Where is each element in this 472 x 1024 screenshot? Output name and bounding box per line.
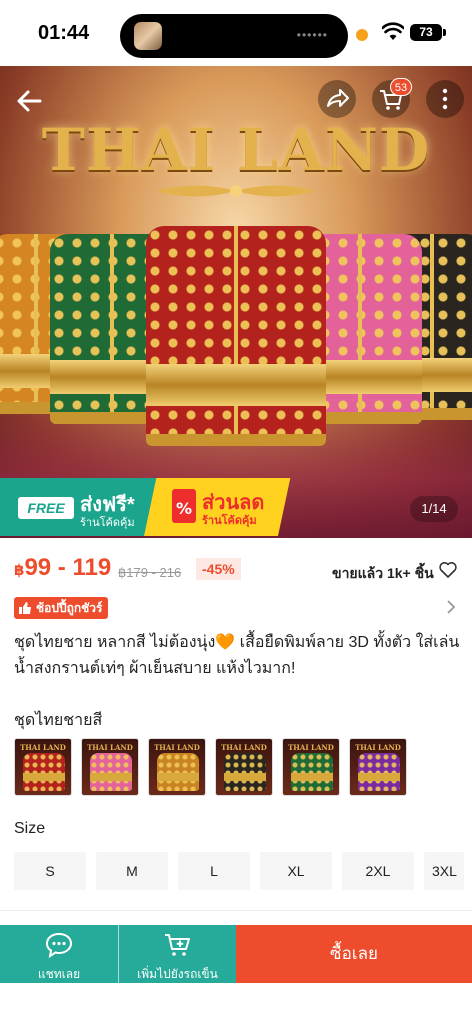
size-option-s[interactable]: S — [14, 852, 86, 890]
ornament-icon — [156, 185, 316, 197]
size-option-m[interactable]: M — [96, 852, 168, 890]
variant-shirt-thumbnail — [90, 753, 132, 791]
variant-option[interactable]: THAI LAND — [349, 738, 407, 796]
size-option-3xl[interactable]: 3XL — [424, 852, 464, 890]
heart-icon[interactable] — [438, 560, 458, 580]
variant-option[interactable]: THAI LAND — [148, 738, 206, 796]
hero-brand-title: THAI LAND — [41, 116, 431, 184]
variant-logo: THAI LAND — [355, 743, 401, 752]
variant-logo: THAI LAND — [20, 743, 66, 752]
discount-badge: -45% — [196, 558, 241, 580]
chat-bubble-icon — [45, 932, 73, 959]
buy-now-button[interactable]: ซื้อเลย — [236, 925, 472, 983]
bottom-action-bar: แชทเลย เพิ่มไปยังรถเข็น ซื้อเลย — [0, 925, 472, 983]
share-icon — [327, 89, 349, 107]
size-option-xl[interactable]: XL — [260, 852, 332, 890]
variant-logo: THAI LAND — [221, 743, 267, 752]
variant-logo: THAI LAND — [288, 743, 334, 752]
now-playing-thumbnail — [134, 22, 162, 50]
status-bar: 01:44 •••••• 73 — [0, 0, 472, 66]
size-list: S M L XL 2XL 3XL — [14, 852, 464, 890]
variant-shirt-thumbnail — [291, 753, 333, 791]
discount-subtitle: ร้านโค้ดคุ้ม — [202, 515, 257, 527]
back-arrow-icon[interactable] — [12, 84, 46, 118]
size-option-2xl[interactable]: 2XL — [342, 852, 414, 890]
price-range: ฿99 - 119 — [14, 554, 111, 582]
currency-symbol: ฿ — [14, 562, 25, 579]
variant-shirt-thumbnail — [224, 753, 266, 791]
share-button[interactable] — [318, 80, 356, 118]
variant-option[interactable]: THAI LAND — [81, 738, 139, 796]
free-shipping-subtitle: ร้านโค้ดคุ้ม — [80, 517, 135, 529]
more-vertical-icon — [442, 88, 448, 110]
variant-shirt-thumbnail — [157, 753, 199, 791]
dynamic-island: •••••• — [120, 14, 348, 58]
product-image-carousel[interactable]: THAI LAND — [0, 66, 472, 538]
shirt-red — [146, 226, 326, 446]
chat-button[interactable]: แชทเลย — [0, 925, 118, 983]
cart-count-badge: 53 — [390, 78, 412, 96]
wifi-icon — [382, 22, 404, 40]
battery-tip — [443, 29, 446, 36]
audio-wave-icon: •••••• — [296, 28, 328, 42]
price-value: 99 - 119 — [24, 554, 112, 581]
divider — [0, 910, 472, 911]
product-title: ชุดไทยชาย หลากสี ไม่ต้องนุ่ง🧡 เสื้อยืดพิ… — [14, 634, 460, 677]
chevron-right-icon[interactable] — [444, 598, 458, 616]
svg-text:%: % — [176, 499, 192, 518]
variant-shirt-thumbnail — [358, 753, 400, 791]
variant-option[interactable]: THAI LAND — [14, 738, 72, 796]
battery-icon: 73 — [410, 24, 442, 41]
guarantee-label: ช้อปปี้ถูกชัวร์ — [36, 601, 103, 615]
add-to-cart-label: เพิ่มไปยังรถเข็น — [137, 967, 218, 981]
free-badge: FREE — [18, 497, 74, 519]
add-to-cart-button[interactable]: เพิ่มไปยังรถเข็น — [118, 925, 236, 983]
status-time: 01:44 — [38, 22, 90, 44]
chat-label: แชทเลย — [37, 967, 81, 981]
add-to-cart-icon — [164, 934, 190, 956]
guarantee-badge[interactable]: ช้อปปี้ถูกชัวร์ — [14, 597, 109, 619]
home-indicator-area — [0, 983, 472, 1024]
size-option-l[interactable]: L — [178, 852, 250, 890]
variant-shirt-thumbnail — [23, 753, 65, 791]
variant-option[interactable]: THAI LAND — [282, 738, 340, 796]
discount-tag-icon: % — [172, 489, 196, 523]
thumbs-up-icon — [19, 602, 31, 614]
variant-logo: THAI LAND — [87, 743, 133, 752]
original-price: ฿179 - 216 — [118, 565, 182, 580]
variant-option[interactable]: THAI LAND — [215, 738, 273, 796]
image-page-counter: 1/14 — [410, 496, 458, 522]
variant-section-label: ชุดไทยชายสี — [14, 712, 103, 729]
variant-list: THAI LAND THAI LAND THAI LAND THAI LAND … — [14, 738, 407, 796]
more-options-button[interactable] — [426, 80, 464, 118]
sold-count: ขายแล้ว 1k+ ชิ้น — [332, 565, 434, 581]
variant-logo: THAI LAND — [154, 743, 200, 752]
recording-dot-icon — [356, 29, 368, 41]
size-section-label: Size — [14, 820, 46, 837]
